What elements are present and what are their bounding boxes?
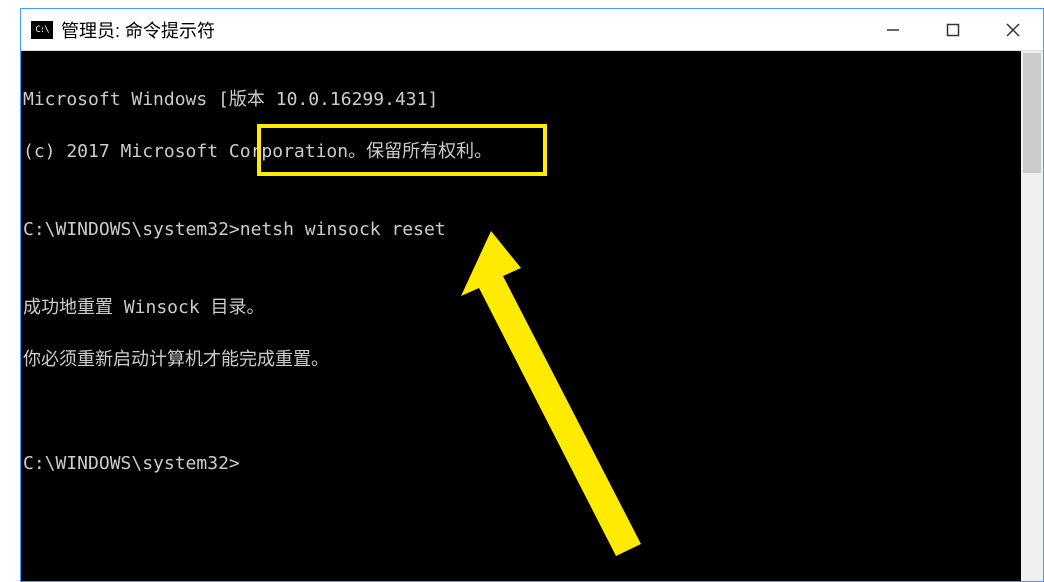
command-text: netsh winsock reset <box>240 219 446 240</box>
terminal-wrap: Microsoft Windows [版本 10.0.16299.431] (c… <box>21 51 1043 581</box>
terminal-output[interactable]: Microsoft Windows [版本 10.0.16299.431] (c… <box>21 51 1021 581</box>
titlebar[interactable]: C:\ 管理员: 命令提示符 <box>21 9 1043 51</box>
prompt-line-1: C:\WINDOWS\system32>netsh winsock reset <box>23 217 1019 243</box>
title-left: C:\ 管理员: 命令提示符 <box>31 17 215 43</box>
version-line: Microsoft Windows [版本 10.0.16299.431] <box>23 87 1019 113</box>
maximize-button[interactable] <box>923 9 983 51</box>
result-line-1: 成功地重置 Winsock 目录。 <box>23 295 1019 321</box>
cmd-window: C:\ 管理员: 命令提示符 Microsoft Windows [版本 10.… <box>20 8 1044 582</box>
close-button[interactable] <box>983 9 1043 51</box>
window-title: 管理员: 命令提示符 <box>61 17 215 43</box>
vertical-scrollbar[interactable] <box>1021 51 1043 581</box>
scrollbar-thumb[interactable] <box>1023 53 1041 173</box>
window-controls <box>863 9 1043 50</box>
minimize-button[interactable] <box>863 9 923 51</box>
prompt-line-2: C:\WINDOWS\system32> <box>23 451 1019 477</box>
cmd-icon: C:\ <box>31 21 53 39</box>
result-line-2: 你必须重新启动计算机才能完成重置。 <box>23 347 1019 373</box>
copyright-line: (c) 2017 Microsoft Corporation。保留所有权利。 <box>23 139 1019 165</box>
prompt-path: C:\WINDOWS\system32> <box>23 219 240 240</box>
